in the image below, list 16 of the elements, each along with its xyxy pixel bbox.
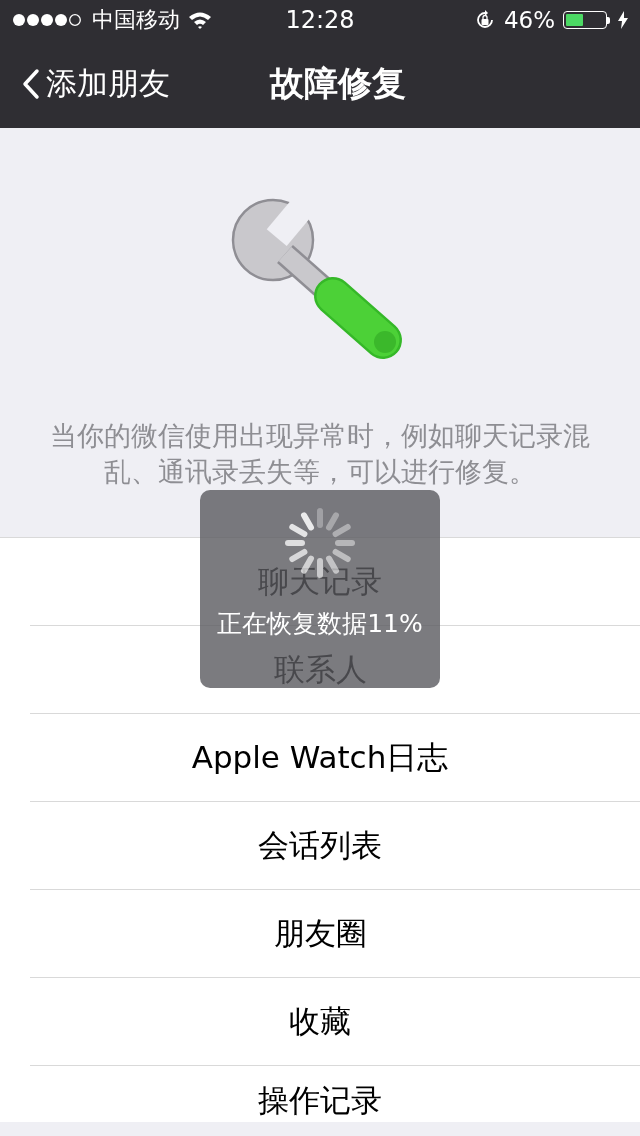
description-text: 当你的微信使用出现异常时，例如聊天记录混乱、通讯录丢失等，可以进行修复。 (49, 419, 591, 489)
progress-text: 正在恢复数据11% (217, 610, 423, 638)
repair-option[interactable]: 操作记录 (258, 1080, 382, 1122)
repair-option[interactable]: 朋友圈 (273, 912, 367, 955)
back-icon (22, 68, 40, 100)
back-button[interactable]: 添加朋友 (0, 63, 170, 105)
carrier-name: 中国移动 (92, 6, 180, 34)
wifi-icon (188, 11, 212, 29)
repair-option[interactable]: Apple Watch日志 (191, 736, 449, 779)
signal-icon (12, 13, 84, 27)
status-time: 12:28 (284, 6, 356, 34)
battery-percent: 46% (503, 7, 555, 33)
repair-option[interactable]: 收藏 (289, 1000, 351, 1043)
nav-title: 故障修复 (268, 62, 407, 105)
repair-option[interactable]: 会话列表 (258, 824, 382, 867)
battery-icon (563, 11, 610, 29)
